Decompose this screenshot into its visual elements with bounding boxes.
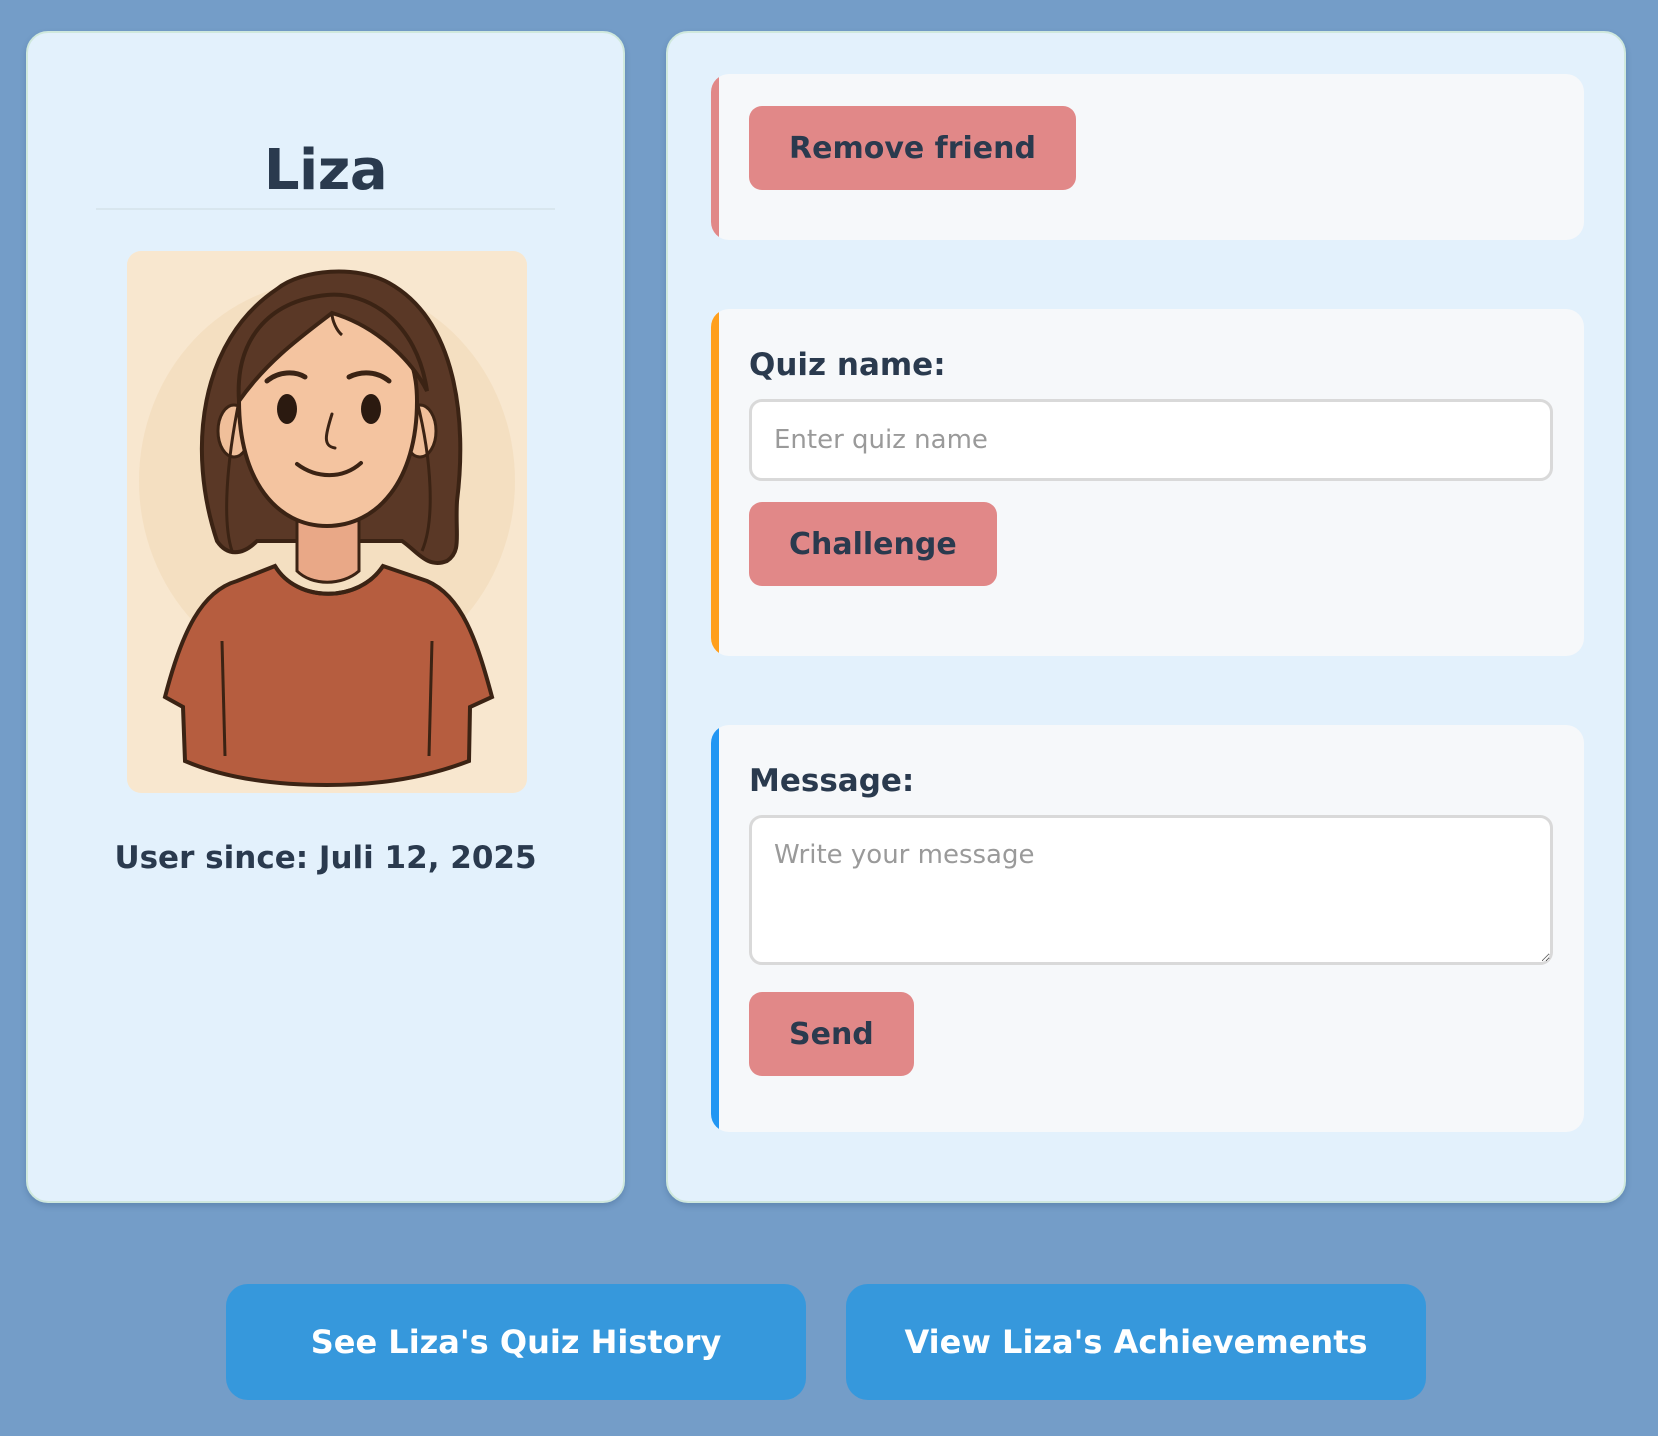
quiz-history-button[interactable]: See Liza's Quiz History xyxy=(226,1284,806,1400)
profile-name: Liza xyxy=(263,138,388,203)
name-divider xyxy=(96,208,555,210)
remove-friend-panel: Remove friend xyxy=(711,74,1584,240)
actions-card: Remove friend Quiz name: Challenge Messa… xyxy=(666,31,1626,1203)
avatar xyxy=(127,251,527,793)
challenge-button[interactable]: Challenge xyxy=(749,502,997,586)
quiz-name-input[interactable] xyxy=(749,399,1553,481)
message-textarea[interactable] xyxy=(749,815,1553,965)
woman-avatar-icon xyxy=(139,269,515,788)
panel-accent-bar xyxy=(711,74,719,240)
remove-friend-button[interactable]: Remove friend xyxy=(749,106,1076,190)
achievements-button[interactable]: View Liza's Achievements xyxy=(846,1284,1426,1400)
user-since: User since: Juli 12, 2025 xyxy=(114,840,537,876)
quiz-name-label: Quiz name: xyxy=(749,347,946,383)
message-label: Message: xyxy=(749,763,915,799)
panel-accent-bar xyxy=(711,725,719,1132)
panel-accent-bar xyxy=(711,309,719,656)
profile-card: Liza User since: Juli 12, 2025 xyxy=(26,31,625,1203)
message-panel: Message: Send xyxy=(711,725,1584,1132)
challenge-panel: Quiz name: Challenge xyxy=(711,309,1584,656)
send-button[interactable]: Send xyxy=(749,992,914,1076)
